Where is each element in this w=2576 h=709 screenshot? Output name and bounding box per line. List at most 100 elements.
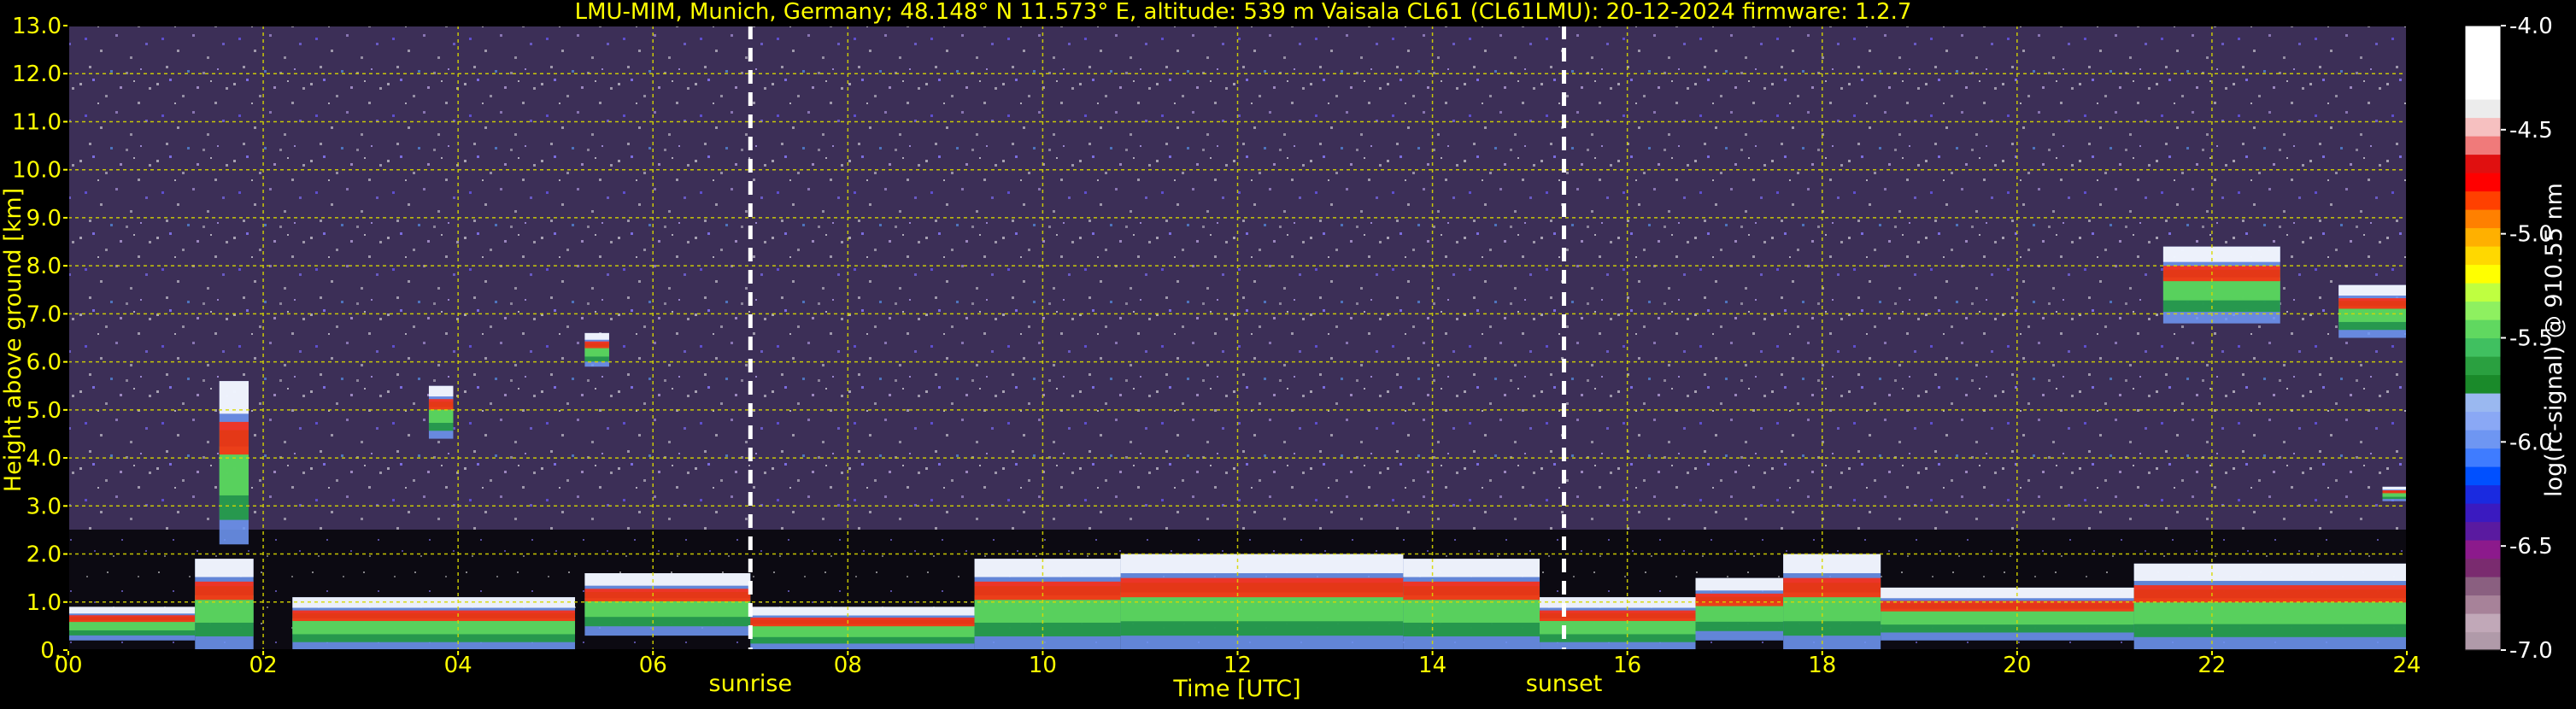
x-tick-label: 16 [1613,653,1641,678]
colorbar-segment [2465,540,2501,560]
x-tick-label: 10 [1029,653,1057,678]
cloud-layer-band [219,381,249,414]
x-tick-label: 04 [444,653,472,678]
cloud-layer [219,381,249,545]
cloud-layer-band [68,606,196,614]
cloud-layer-band [584,332,609,340]
y-tick-label: 1.0 [26,590,62,616]
colorbar-segment [2465,44,2501,63]
colorbar-segment [2465,577,2501,596]
colorbar-segment [2465,99,2501,119]
cloud-layer-band [1783,554,1881,574]
colorbar-segment [2465,466,2501,486]
cloud-layer-band [974,581,1121,601]
x-tick-label: 08 [834,653,862,678]
cloud-layer-band [584,573,751,586]
cloud-layer-band [974,559,1121,577]
colorbar-tick-label: -6.5 [2509,534,2553,560]
y-tick-label: 3.0 [26,494,62,519]
cloud-layer-band [2133,563,2407,582]
y-tick-label: 0. [40,638,62,664]
colorbar-segment [2465,393,2501,413]
cloud-layer-band [1120,554,1404,574]
colorbar-segment [2465,374,2501,394]
cloud-layer-band [1881,587,2134,599]
cloud-layer-band [68,615,196,623]
colorbar-segment [2465,319,2501,339]
cloud-layer [195,559,254,650]
colorbar-segment [2465,613,2501,633]
cloud-layer [68,606,196,641]
y-tick-label: 12.0 [12,62,62,87]
colorbar-segment [2465,26,2501,45]
y-tick-label: 5.0 [26,398,62,424]
cloud-layer-band [1695,577,1784,591]
cloud-layer [2162,246,2280,324]
x-tick-label: 02 [249,653,278,678]
colorbar-segment [2465,448,2501,467]
y-axis-label: Height above ground [km] [0,188,26,492]
cloud-layer [428,385,454,439]
sunrise-label: sunrise [709,671,793,697]
y-tick-label: 8.0 [26,254,62,279]
y-tick-label: 6.0 [26,350,62,376]
cloud-layer-band [219,421,249,455]
cloud-layer-band [584,341,609,349]
colorbar-segment [2465,117,2501,137]
chart-title: LMU-MIM, Munich, Germany; 48.148° N 11.5… [575,0,1912,25]
colorbar-tick-label: -4.0 [2509,14,2553,39]
colorbar-segment [2465,246,2501,266]
cloud-layer-band [750,606,975,616]
cloud-layer-band [2162,246,2280,262]
cloud-layer-band [428,385,454,397]
colorbar-segment [2465,484,2501,504]
colorbar-segment [2465,154,2501,173]
colorbar-segment [2465,190,2501,210]
colorbar-segment [2465,337,2501,357]
colorbar-segment [2465,503,2501,523]
y-tick-label: 13.0 [12,14,62,39]
x-tick-label: 12 [1223,653,1252,678]
cloud-layer-band [1403,581,1540,601]
y-tick-label: 11.0 [12,109,62,135]
cloud-layer [2382,486,2407,501]
cloud-layer-band [1695,593,1784,606]
cloud-layer-band [1120,577,1404,598]
x-tick-label: 14 [1418,653,1446,678]
x-tick-label: 18 [1808,653,1836,678]
colorbar-tick-label: -7.0 [2509,638,2553,664]
y-tick-label: 10.0 [12,158,62,184]
cloud-layer [1881,587,2134,641]
cloud-layer-band [2338,284,2407,296]
cloud-layer-band [195,559,254,577]
colorbar-segment [2465,209,2501,229]
cloud-layer-band [584,589,751,601]
colorbar-segment [2465,558,2501,577]
x-tick-label: 24 [2392,653,2421,678]
cloud-layer-band [195,581,254,601]
colorbar-segment [2465,173,2501,192]
y-tick-label: 4.0 [26,446,62,472]
y-tick-label: 7.0 [26,302,62,327]
cloud-layer-band [2382,490,2407,494]
colorbar-segment [2465,264,2501,284]
cloud-layer [2133,563,2407,650]
cloud-layer [1403,559,1540,650]
colorbar-segment [2465,595,2501,614]
colorbar-segment [2465,430,2501,449]
colorbar-segment [2465,136,2501,155]
cloud-layer-band [2133,585,2407,603]
colorbar-segment [2465,283,2501,302]
cloud-layer-band [2338,298,2407,309]
cloud-layer-band [292,610,576,621]
colorbar-segment [2465,80,2501,100]
cloud-layer [974,559,1121,650]
y-tick-label: 9.0 [26,206,62,231]
cloud-layer [584,573,751,636]
cloud-layer [2338,284,2407,338]
cloud-layer-band [1881,601,2134,612]
colorbar-segment [2465,301,2501,320]
sunset-label: sunset [1526,671,1603,697]
cloud-layer-band [428,399,454,410]
x-axis-label: Time [UTC] [1172,676,1300,702]
